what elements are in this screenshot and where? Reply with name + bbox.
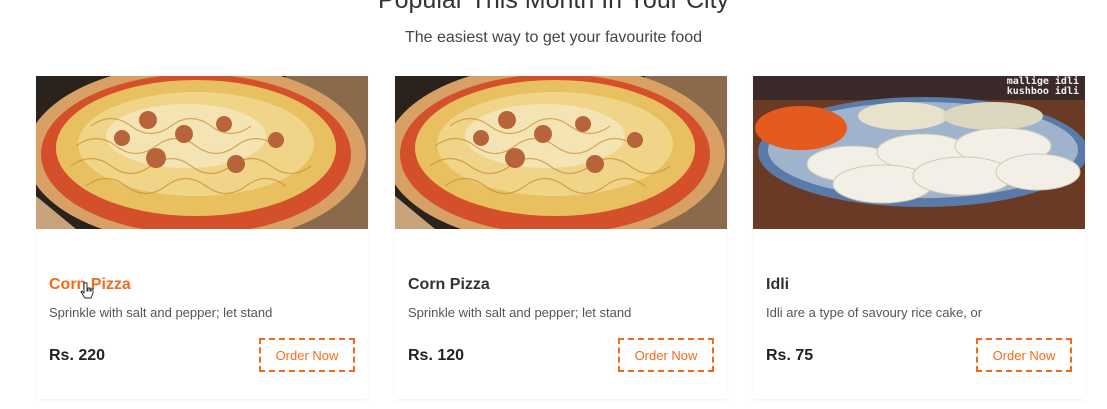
svg-text:kushboo idli: kushboo idli: [1007, 85, 1079, 97]
card-title[interactable]: Corn Pizza: [408, 276, 490, 294]
idli-photo: mallige idli kushboo idli: [753, 76, 1085, 229]
card-price: Rs. 75: [766, 347, 814, 364]
card-description: Sprinkle with salt and pepper; let stand: [49, 305, 273, 320]
section-title: Popular This Month In Your City: [377, 0, 730, 14]
order-now-button[interactable]: Order Now: [259, 338, 355, 372]
pizza-photo: [36, 76, 368, 229]
section-subtitle: The easiest way to get your favourite fo…: [404, 29, 703, 46]
pizza-photo: [395, 76, 727, 229]
hand-cursor-icon: [80, 282, 94, 299]
order-now-button[interactable]: Order Now: [618, 338, 714, 372]
card-description: Sprinkle with salt and pepper; let stand: [408, 305, 632, 320]
food-card[interactable]: mallige idli kushboo idli Idli Idli are …: [753, 76, 1085, 399]
order-now-button[interactable]: Order Now: [976, 338, 1072, 372]
food-card[interactable]: Corn Pizza Sprinkle with salt and pepper…: [395, 76, 727, 399]
card-description: Idli are a type of savoury rice cake, or: [766, 305, 983, 320]
card-price: Rs. 120: [408, 347, 465, 364]
card-price: Rs. 220: [49, 347, 106, 364]
card-title[interactable]: Idli: [766, 276, 789, 294]
food-card[interactable]: Corn Pizza Sprinkle with salt and pepper…: [36, 76, 368, 399]
